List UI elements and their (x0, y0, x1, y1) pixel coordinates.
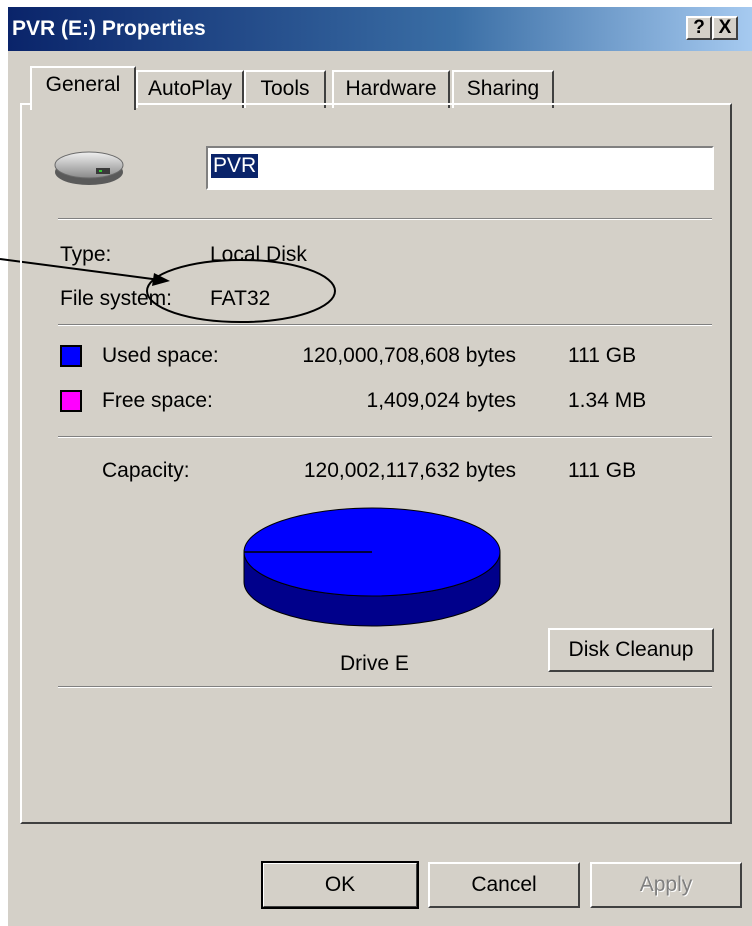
apply-button[interactable]: Apply (590, 862, 742, 908)
ok-label: OK (324, 873, 356, 896)
tab-general[interactable]: General (30, 66, 136, 110)
window-title: PVR (E:) Properties (12, 17, 206, 40)
tab-hardware-label: Hardware (345, 77, 437, 100)
tab-autoplay-label: AutoPlay (147, 77, 233, 100)
cancel-label: Cancel (471, 873, 537, 896)
close-button[interactable]: X (712, 16, 738, 40)
general-tab-panel (20, 103, 732, 824)
tab-sharing-label: Sharing (466, 77, 540, 100)
apply-label: Apply (639, 873, 693, 896)
cancel-button[interactable]: Cancel (428, 862, 580, 908)
tab-tools-label: Tools (260, 77, 310, 100)
tab-general-label: General (45, 73, 121, 96)
ok-button[interactable]: OK (261, 861, 419, 909)
help-button[interactable]: ? (686, 16, 712, 40)
title-bar[interactable]: PVR (E:) Properties ? X (8, 7, 752, 51)
